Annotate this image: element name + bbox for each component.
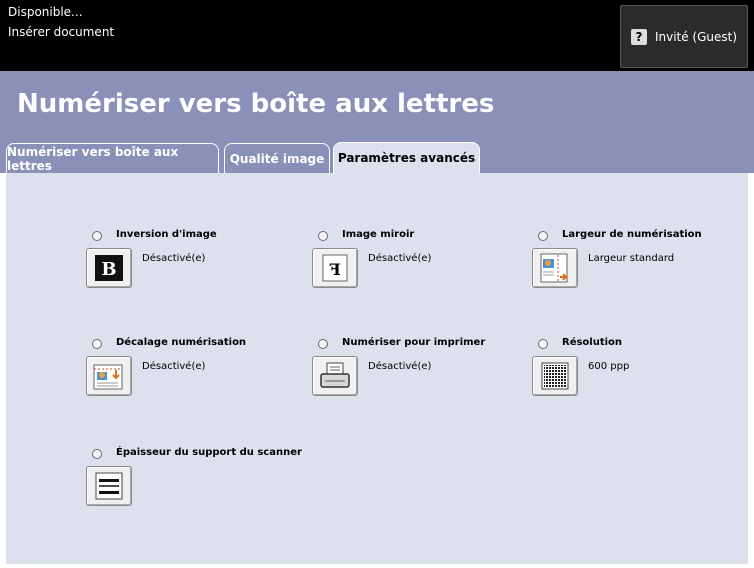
feature-value: Désactivé(e) <box>142 253 206 264</box>
feature-value: Largeur standard <box>588 253 675 264</box>
radio-indicator[interactable] <box>318 339 328 349</box>
status-line-1: Disponible... <box>8 5 83 19</box>
status-bar: Disponible... Insérer document ? Invité … <box>0 0 754 71</box>
feature-label: Image miroir <box>342 229 415 240</box>
scan-width-icon <box>540 253 568 283</box>
resolution-icon <box>541 362 569 390</box>
tab-label: Paramètres avancés <box>337 151 476 165</box>
radio-indicator[interactable] <box>538 339 548 349</box>
feature-label: Épaisseur du support du scanner <box>116 447 302 458</box>
tab-scan-to-mailbox[interactable]: Numériser vers boîte aux lettres <box>6 143 219 173</box>
mirror-image-button[interactable]: F <box>312 248 358 288</box>
feature-label: Numériser pour imprimer <box>342 337 486 348</box>
tab-image-quality[interactable]: Qualité image <box>224 143 330 173</box>
tab-advanced-settings[interactable]: Paramètres avancés <box>333 142 480 173</box>
scan-width-button[interactable] <box>532 248 578 288</box>
scan-shift-button[interactable] <box>86 356 132 396</box>
radio-indicator[interactable] <box>92 339 102 349</box>
content-panel: Inversion d'image B Désactivé(e) Image m… <box>6 173 748 564</box>
feature-value: Désactivé(e) <box>142 361 206 372</box>
resolution-button[interactable] <box>532 356 578 396</box>
user-label: Invité (Guest) <box>654 29 738 44</box>
status-line-2: Insérer document <box>8 25 115 39</box>
tab-label: Numériser vers boîte aux lettres <box>7 144 179 173</box>
scan-to-print-icon <box>320 362 350 388</box>
scanner-thickness-icon <box>95 472 123 500</box>
radio-indicator[interactable] <box>318 231 328 241</box>
feature-label: Décalage numérisation <box>116 337 247 348</box>
page-title: Numériser vers boîte aux lettres <box>17 89 495 119</box>
image-inversion-button[interactable]: B <box>86 248 132 288</box>
feature-label: Inversion d'image <box>116 229 217 240</box>
mirror-image-icon: F <box>322 254 348 282</box>
feature-value: Désactivé(e) <box>368 253 432 264</box>
bottom-border <box>0 564 754 568</box>
user-button[interactable]: ? Invité (Guest) <box>620 5 748 68</box>
feature-value: 600 ppp <box>588 361 630 372</box>
question-icon: ? <box>630 28 647 45</box>
tab-label: Qualité image <box>229 151 325 166</box>
feature-label: Largeur de numérisation <box>562 229 702 240</box>
svg-text:B: B <box>101 259 116 280</box>
scanner-thickness-button[interactable] <box>86 466 132 506</box>
scan-to-print-button[interactable] <box>312 356 358 396</box>
image-inversion-icon: B <box>95 255 123 281</box>
radio-indicator[interactable] <box>92 449 102 459</box>
feature-label: Résolution <box>562 337 623 348</box>
radio-indicator[interactable] <box>538 231 548 241</box>
scan-shift-icon <box>93 364 123 390</box>
svg-text:F: F <box>329 260 341 279</box>
radio-indicator[interactable] <box>92 231 102 241</box>
feature-value: Désactivé(e) <box>368 361 432 372</box>
